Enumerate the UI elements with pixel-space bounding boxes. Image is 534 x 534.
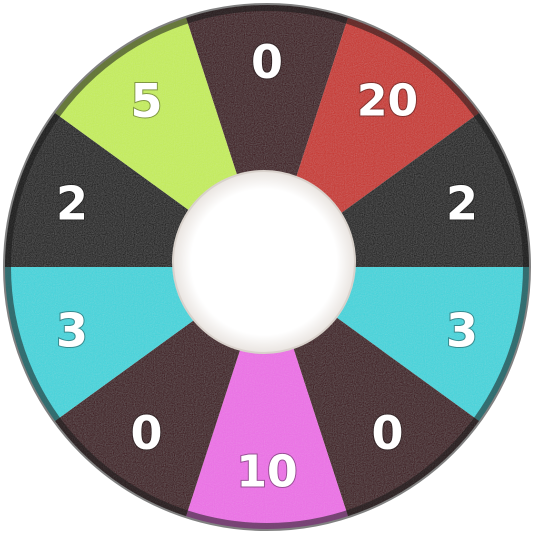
wheel-segment-label: 0 (130, 406, 162, 460)
prize-wheel-svg[interactable]: 020230100325 (0, 0, 534, 534)
wheel-segment-label: 3 (56, 303, 88, 357)
prize-wheel[interactable]: 0 20 2 3 0 10 0 3 2 5 (0, 0, 534, 534)
wheel-segment-label: 2 (446, 177, 478, 231)
wheel-segment-label: 10 (236, 447, 297, 498)
wheel-hub (172, 170, 356, 354)
wheel-segment-label: 20 (357, 76, 418, 127)
wheel-segment-label: 2 (56, 177, 88, 231)
wheel-segment-label: 5 (130, 74, 162, 128)
wheel-segment-label: 0 (251, 35, 283, 89)
wheel-segment-label: 3 (446, 303, 478, 357)
wheel-segment-label: 0 (371, 406, 403, 460)
